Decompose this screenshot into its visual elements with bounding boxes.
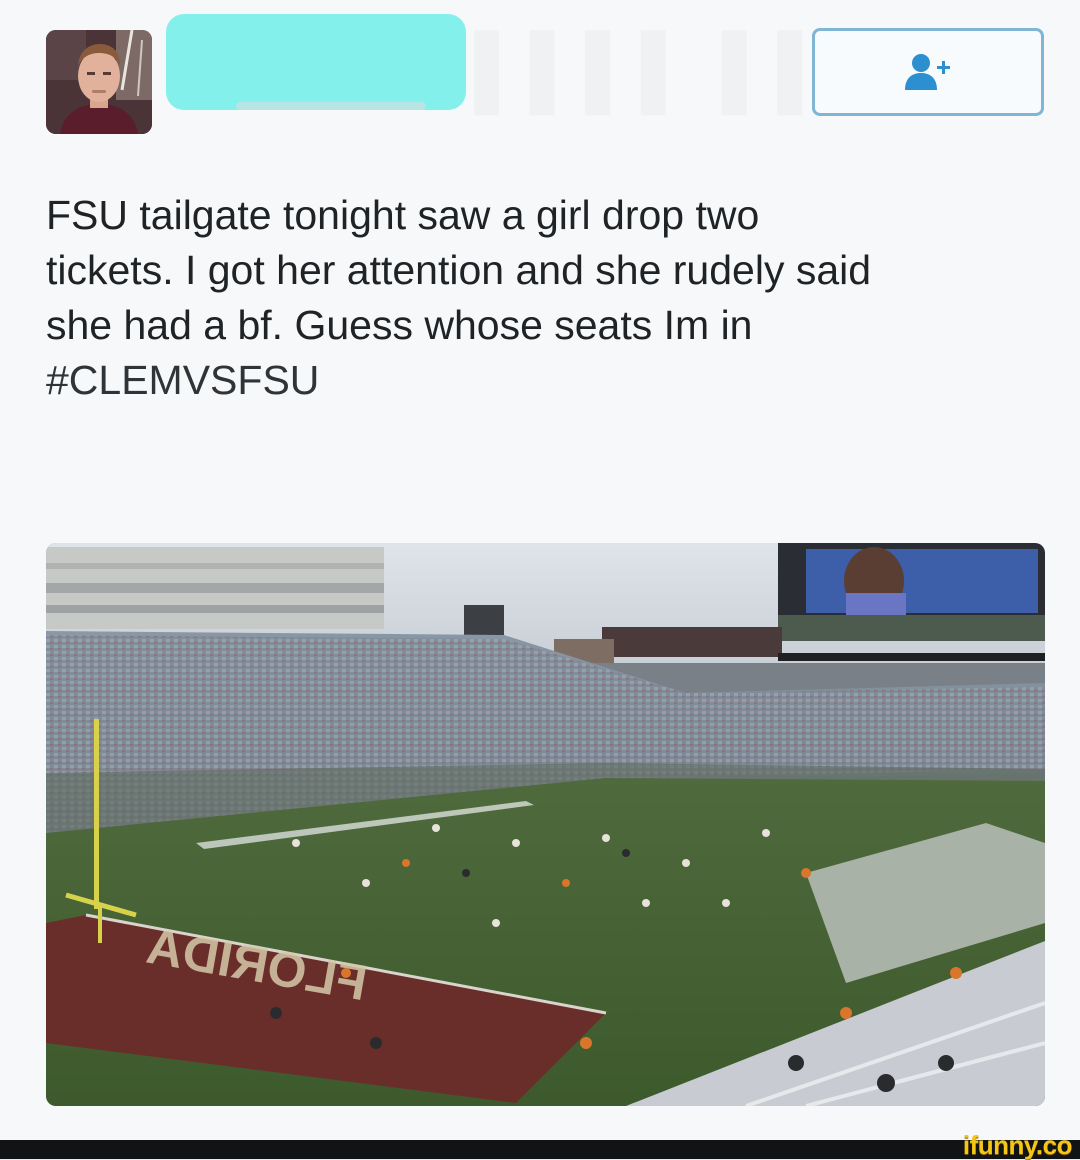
stadium-photo: FLORIDA xyxy=(46,543,1045,1106)
ifunny-watermark: ifunny.co xyxy=(962,1130,1073,1160)
follow-button[interactable] xyxy=(812,28,1044,116)
tweet-line: FSU tailgate tonight saw a girl drop two xyxy=(46,192,760,238)
tweet-line: she had a bf. Guess whose seats Im in xyxy=(46,302,753,348)
avatar-photo xyxy=(46,30,152,134)
tweet-card: ▌▌▌▌ ▌▌▌▌ FSU tailgate tonight saw a gir… xyxy=(0,0,1080,1140)
name-redaction xyxy=(166,14,466,110)
user-avatar[interactable] xyxy=(46,30,152,134)
watermark-bar xyxy=(0,1140,1080,1159)
hashtag-link[interactable]: #CLEMVSFSU xyxy=(46,353,1046,408)
username-redacted xyxy=(236,102,426,110)
add-user-icon xyxy=(905,54,950,90)
tweet-line: tickets. I got her attention and she rud… xyxy=(46,247,872,293)
tweet-photo[interactable]: FLORIDA xyxy=(46,543,1045,1106)
tweet-text: FSU tailgate tonight saw a girl drop two… xyxy=(46,188,1046,408)
